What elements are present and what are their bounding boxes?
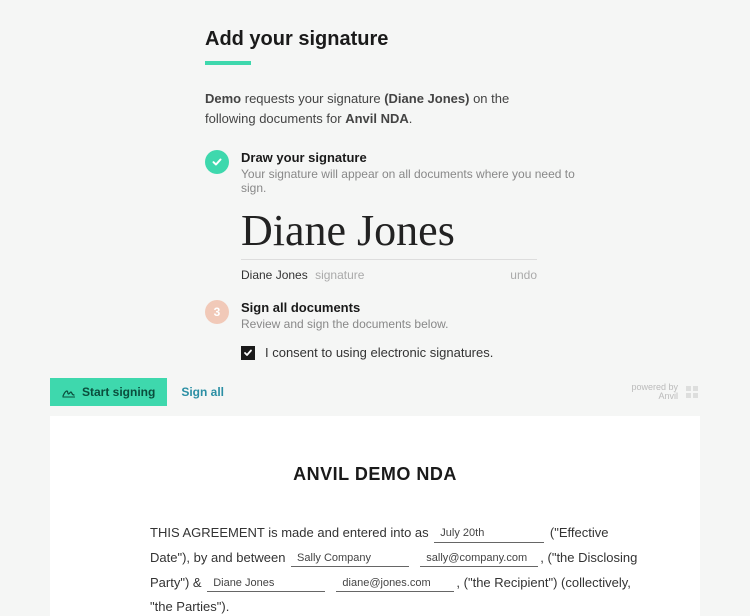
- step-draw-subtitle: Your signature will appear on all docume…: [241, 167, 581, 195]
- signature-script: Diane Jones: [241, 205, 537, 257]
- undo-link[interactable]: undo: [510, 268, 537, 282]
- consent-text: I consent to using electronic signatures…: [265, 345, 493, 360]
- check-icon: [205, 150, 229, 174]
- field-recipient-email[interactable]: diane@jones.com: [336, 577, 454, 592]
- toolbar: Start signing Sign all powered by Anvil: [0, 378, 750, 406]
- field-recipient-name[interactable]: Diane Jones: [207, 577, 325, 592]
- page-title: Add your signature: [205, 28, 750, 51]
- signature-label: signature: [315, 268, 364, 282]
- step-sign-title: Sign all documents: [241, 300, 581, 315]
- intro-signer-name: (Diane Jones): [384, 91, 469, 106]
- start-signing-button[interactable]: Start signing: [50, 378, 167, 406]
- signature-meta: Diane Jones signature undo: [241, 268, 537, 282]
- signature-icon: [62, 386, 76, 398]
- step-number-badge: 3: [205, 300, 229, 324]
- intro-doc-name: Anvil NDA: [345, 111, 409, 126]
- field-disclosing-party[interactable]: Sally Company: [291, 552, 409, 567]
- consent-checkbox[interactable]: [241, 346, 255, 360]
- step-sign-all: 3 Sign all documents Review and sign the…: [205, 300, 750, 331]
- intro-text: Demo requests your signature (Diane Jone…: [205, 89, 545, 128]
- document-title: ANVIL DEMO NDA: [110, 464, 640, 485]
- signature-name: Diane Jones: [241, 268, 308, 282]
- step-draw-signature: Draw your signature Your signature will …: [205, 150, 750, 195]
- sign-all-link[interactable]: Sign all: [181, 385, 224, 399]
- anvil-logo-icon: [684, 384, 700, 400]
- signature-pad[interactable]: Diane Jones: [241, 205, 537, 260]
- field-effective-date[interactable]: July 20th: [434, 527, 544, 542]
- document-preview: ANVIL DEMO NDA THIS AGREEMENT is made an…: [50, 416, 700, 616]
- powered-by: powered by Anvil: [631, 383, 700, 403]
- title-underline: [205, 61, 251, 65]
- step-sign-subtitle: Review and sign the documents below.: [241, 317, 581, 331]
- consent-row: I consent to using electronic signatures…: [241, 345, 750, 360]
- intro-requester: Demo: [205, 91, 241, 106]
- field-disclosing-email[interactable]: sally@company.com: [420, 552, 538, 567]
- document-body: THIS AGREEMENT is made and entered into …: [150, 521, 640, 616]
- step-draw-title: Draw your signature: [241, 150, 581, 165]
